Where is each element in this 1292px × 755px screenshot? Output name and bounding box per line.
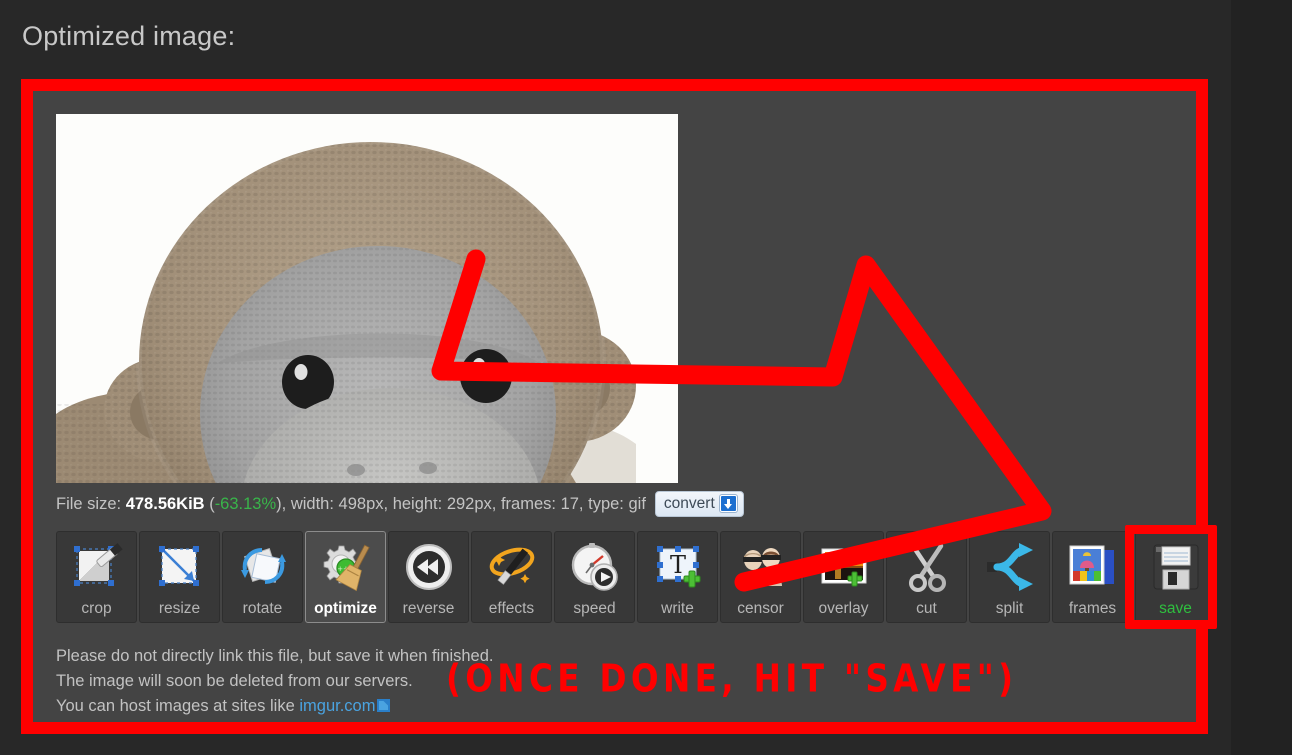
monkey-illustration (56, 114, 678, 483)
frames-label: frames: (500, 494, 556, 513)
optimized-image-preview[interactable] (56, 114, 678, 483)
tool-label: reverse (402, 599, 455, 617)
tool-rotate[interactable]: rotate (222, 531, 303, 623)
speed-icon (571, 543, 618, 591)
monkey-photo (56, 114, 678, 483)
screenshot-root: Optimized image: File size: 478.56KiB (… (0, 0, 1292, 755)
tool-label: crop (81, 599, 112, 617)
tool-label: write (661, 599, 694, 617)
tool-frames[interactable]: frames (1052, 531, 1133, 623)
imgur-link[interactable]: imgur.com (299, 697, 375, 715)
tool-label: effects (488, 599, 535, 617)
note-line-3-prefix: You can host images at sites like (56, 697, 300, 715)
tool-label: rotate (242, 599, 283, 617)
cut-icon (908, 543, 946, 592)
tool-label: frames (1068, 599, 1117, 617)
page-title: Optimized image: (22, 21, 236, 51)
type-value: gif (628, 494, 646, 513)
file-size-value: 478.56KiB (125, 494, 205, 513)
tool-save[interactable]: save (1135, 531, 1216, 623)
percent-saved: -63.13% (214, 494, 277, 513)
imgur-link-label: imgur.com (299, 697, 376, 715)
rotate-icon (240, 547, 286, 584)
frames-icon (1069, 545, 1114, 585)
tool-optimize[interactable]: +++ optimize (305, 531, 386, 623)
file-info-line: File size: 478.56KiB (-63.13%), width: 4… (56, 491, 744, 517)
write-icon: T (656, 546, 700, 588)
censor-icon (740, 548, 782, 586)
note-line-3: You can host images at sites like imgur.… (56, 694, 493, 719)
effects-icon (489, 547, 534, 585)
tool-split[interactable]: split (969, 531, 1050, 623)
result-panel-highlight-box: File size: 478.56KiB (-63.13%), width: 4… (21, 79, 1217, 734)
tool-resize[interactable]: resize (139, 531, 220, 623)
convert-button[interactable]: convert (654, 491, 744, 517)
note-line-2: The image will soon be deleted from our … (56, 672, 413, 690)
save-floppy-icon (1153, 544, 1198, 590)
tool-label: censor (737, 599, 784, 617)
tool-crop[interactable]: crop (56, 531, 137, 623)
width-label: width: (290, 494, 334, 513)
paren-close: ), (276, 494, 287, 513)
width-value: 498px, (338, 494, 389, 513)
tool-label: speed (573, 599, 616, 617)
tool-label: cut (916, 599, 937, 617)
height-value: 292px, (446, 494, 497, 513)
tool-overlay[interactable]: overlay (803, 531, 884, 623)
download-arrow-icon (719, 495, 737, 512)
crop-icon (73, 543, 123, 586)
optimize-icon: +++ (323, 544, 370, 592)
tool-label: resize (158, 599, 201, 617)
convert-button-label: convert (663, 494, 715, 512)
overlay-icon (821, 548, 866, 587)
type-label: type: (588, 494, 624, 513)
tool-cut[interactable]: cut (886, 531, 967, 623)
tool-label: split (995, 599, 1024, 617)
footer-notes: Please do not directly link this file, b… (56, 644, 493, 719)
tool-write[interactable]: T write (637, 531, 718, 623)
note-line-1: Please do not directly link this file, b… (56, 647, 494, 665)
page-column: Optimized image: File size: 478.56KiB (… (0, 0, 1231, 755)
tool-censor[interactable]: censor (720, 531, 801, 623)
tool-label: overlay (818, 599, 869, 617)
svg-text:T: T (669, 551, 685, 579)
page-right-gutter (1231, 0, 1292, 755)
resize-icon (158, 546, 199, 586)
tool-reverse[interactable]: reverse (388, 531, 469, 623)
tool-label: save (1159, 599, 1192, 617)
height-label: height: (392, 494, 443, 513)
split-icon (986, 543, 1033, 591)
tool-effects[interactable]: effects (471, 531, 552, 623)
reverse-icon (405, 544, 452, 590)
external-link-icon (377, 699, 391, 712)
frames-value: 17, (560, 494, 584, 513)
result-panel: File size: 478.56KiB (-63.13%), width: 4… (33, 91, 1217, 722)
editor-toolbar: crop resize rotate optimize reverse effe… (56, 531, 1216, 623)
tool-speed[interactable]: speed (554, 531, 635, 623)
tool-label: optimize (314, 599, 377, 617)
file-size-label: File size: (56, 494, 122, 513)
